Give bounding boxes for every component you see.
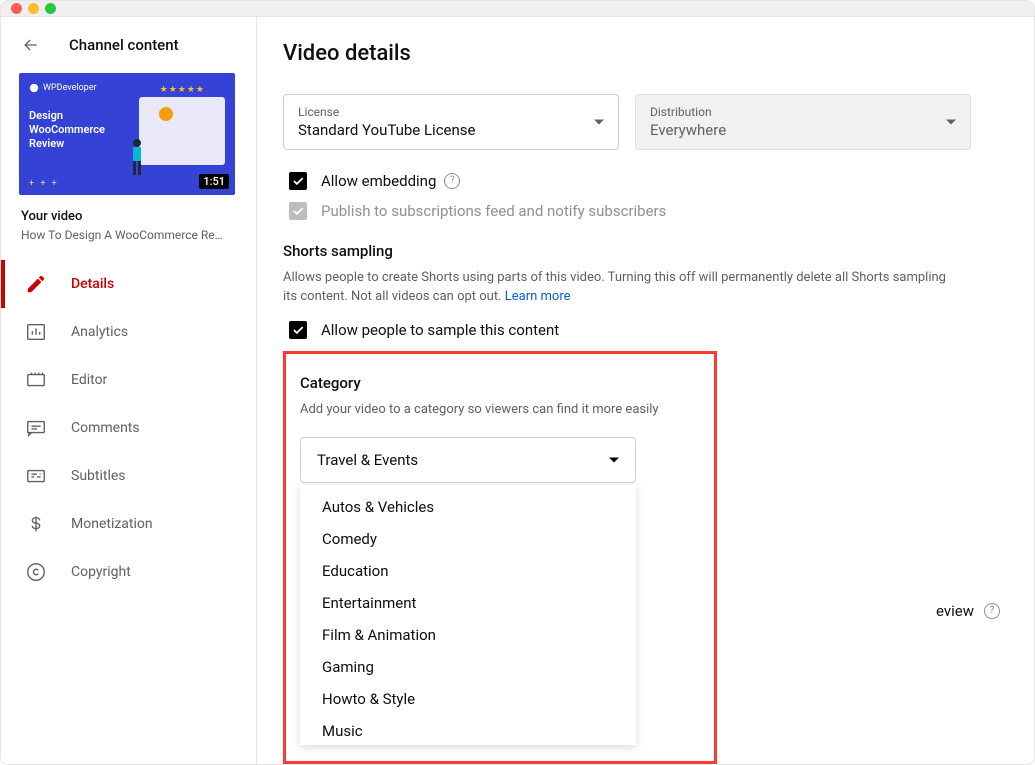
video-thumbnail[interactable]: WPDeveloper Design WooCommerce Review ★★… [19, 73, 235, 195]
dollar-icon [25, 513, 47, 535]
category-option[interactable]: Music [300, 715, 636, 745]
category-option[interactable]: Autos & Vehicles [300, 491, 636, 523]
category-option[interactable]: Entertainment [300, 587, 636, 619]
video-thumbnail-wrap: WPDeveloper Design WooCommerce Review ★★… [1, 73, 256, 195]
video-title: How To Design A WooCommerce Re… [21, 228, 236, 242]
learn-more-link[interactable]: Learn more [505, 289, 571, 304]
copyright-icon [25, 561, 47, 583]
allow-embedding-row: Allow embedding ? [283, 172, 1008, 190]
editor-icon [25, 369, 47, 391]
maximize-button[interactable] [45, 3, 56, 14]
comments-icon [25, 417, 47, 439]
nav-comments[interactable]: Comments [1, 404, 256, 452]
pencil-icon [25, 273, 47, 295]
nav-details[interactable]: Details [1, 260, 256, 308]
video-meta: Your video How To Design A WooCommerce R… [1, 195, 256, 260]
publish-notify-checkbox [289, 202, 307, 220]
nav-subtitles[interactable]: Subtitles [1, 452, 256, 500]
category-option[interactable]: Howto & Style [300, 683, 636, 715]
check-icon [291, 174, 305, 188]
category-option[interactable]: Film & Animation [300, 619, 636, 651]
allow-embedding-checkbox[interactable] [289, 172, 307, 190]
category-option[interactable]: Education [300, 555, 636, 587]
app-body: Channel content WPDeveloper Design WooCo… [1, 17, 1034, 765]
close-button[interactable] [11, 3, 22, 14]
thumbnail-brand: WPDeveloper [29, 83, 97, 93]
subtitles-icon [25, 465, 47, 487]
allow-embedding-label: Allow embedding ? [321, 172, 460, 190]
shorts-heading: Shorts sampling [283, 242, 1008, 260]
stars-icon: ★★★★★ [160, 85, 205, 95]
category-description: Add your video to a category so viewers … [300, 400, 700, 420]
category-highlight: Category Add your video to a category so… [283, 351, 717, 765]
back-arrow-icon[interactable] [21, 35, 41, 55]
help-icon[interactable]: ? [444, 173, 460, 189]
license-select[interactable]: License Standard YouTube License [283, 94, 619, 150]
sidebar: Channel content WPDeveloper Design WooCo… [1, 17, 257, 765]
allow-sampling-checkbox[interactable] [289, 321, 307, 339]
category-dropdown: Autos & Vehicles Comedy Education Entert… [300, 485, 636, 745]
allow-sampling-label: Allow people to sample this content [321, 321, 559, 339]
thumbnail-title: Design WooCommerce Review [29, 109, 105, 152]
sidebar-title: Channel content [69, 36, 179, 54]
your-video-label: Your video [21, 209, 236, 224]
app-window: Channel content WPDeveloper Design WooCo… [0, 0, 1035, 765]
category-section: Category Add your video to a category so… [283, 351, 1008, 765]
help-icon[interactable]: ? [984, 603, 1000, 619]
obscured-row: eview ? [936, 602, 1000, 620]
chevron-down-icon [946, 119, 956, 124]
main-content: Video details License Standard YouTube L… [257, 17, 1034, 765]
sidebar-nav: Details Analytics Editor Comments Subtit… [1, 260, 256, 596]
analytics-icon [25, 321, 47, 343]
minimize-button[interactable] [28, 3, 39, 14]
publish-notify-row: Publish to subscriptions feed and notify… [283, 202, 1008, 220]
thumbnail-duration: 1:51 [199, 174, 229, 189]
category-heading: Category [300, 374, 700, 392]
nav-analytics[interactable]: Analytics [1, 308, 256, 356]
shorts-description: Allows people to create Shorts using par… [283, 268, 963, 307]
sidebar-header: Channel content [1, 17, 256, 73]
nav-editor[interactable]: Editor [1, 356, 256, 404]
page-title: Video details [283, 41, 1008, 66]
select-row: License Standard YouTube License Distrib… [283, 94, 1008, 150]
check-icon [291, 204, 305, 218]
category-option[interactable]: Comedy [300, 523, 636, 555]
shorts-section: Shorts sampling Allows people to create … [283, 242, 1008, 339]
chevron-down-icon [609, 458, 619, 463]
chevron-down-icon [594, 119, 604, 124]
category-option[interactable]: Gaming [300, 651, 636, 683]
person-illustration [127, 137, 147, 177]
check-icon [291, 323, 305, 337]
allow-sampling-row: Allow people to sample this content [283, 321, 1008, 339]
titlebar [1, 1, 1034, 17]
category-select[interactable]: Travel & Events [300, 437, 636, 483]
nav-monetization[interactable]: Monetization [1, 500, 256, 548]
publish-notify-label: Publish to subscriptions feed and notify… [321, 202, 666, 220]
distribution-select: Distribution Everywhere [635, 94, 971, 150]
nav-copyright[interactable]: Copyright [1, 548, 256, 596]
